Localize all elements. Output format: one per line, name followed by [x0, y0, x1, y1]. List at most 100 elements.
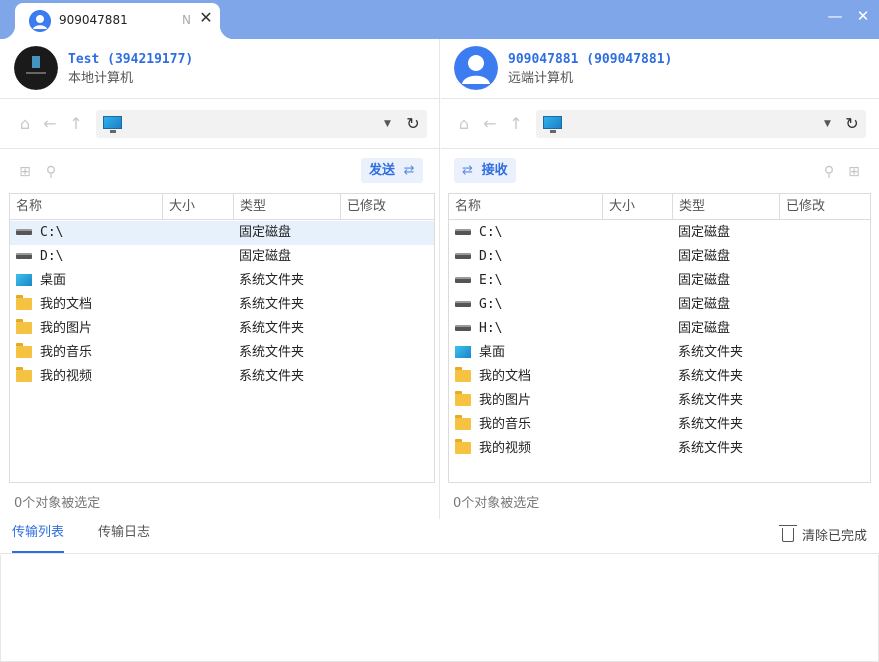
column-header-name[interactable]: 名称 — [449, 194, 603, 220]
drive-icon — [455, 276, 471, 283]
window-close-button[interactable]: ✕ — [853, 6, 873, 26]
table-row[interactable]: C:\ 固定磁盘 — [10, 221, 434, 245]
table-row[interactable]: D:\ 固定磁盘 — [449, 245, 870, 269]
column-header-name[interactable]: 名称 — [10, 194, 163, 220]
chevron-down-icon[interactable]: ▼ — [384, 119, 394, 129]
session-tab[interactable]: 909047881 N ✕ — [1, 3, 234, 39]
table-row[interactable]: 桌面 系统文件夹 — [10, 269, 434, 293]
local-pane: Test (394219177) 本地计算机 ⌂ ← ↑ ▼ ↻ ⊞ ⚲ 发送 … — [0, 39, 440, 519]
folder-icon — [16, 342, 32, 358]
remote-selection-status: 0个对象被选定 — [453, 496, 540, 511]
local-nav-bar: ⌂ ← ↑ ▼ ↻ — [0, 99, 439, 149]
clear-completed-label: 清除已完成 — [801, 529, 867, 544]
table-row[interactable]: 我的文档 系统文件夹 — [449, 365, 870, 389]
remote-toolbar: ⇄ 接收 ⚲ ⊞ — [441, 149, 879, 193]
table-row[interactable]: 我的图片 系统文件夹 — [10, 317, 434, 341]
desktop-icon — [16, 273, 32, 286]
tab-close-icon[interactable]: ✕ — [198, 10, 214, 26]
table-row[interactable]: 我的音乐 系统文件夹 — [10, 341, 434, 365]
tab-transfer-list[interactable]: 传输列表 — [12, 525, 65, 553]
folder-icon — [455, 366, 471, 382]
home-icon[interactable]: ⌂ — [16, 115, 34, 133]
refresh-icon[interactable]: ↻ — [404, 115, 422, 133]
search-icon[interactable]: ⚲ — [821, 164, 837, 180]
column-header-modified[interactable]: 已修改 — [341, 194, 436, 220]
transfer-arrows-icon: ⇄ — [462, 163, 478, 178]
table-header: 名称 大小 类型 已修改 — [10, 194, 434, 220]
refresh-icon[interactable]: ↻ — [843, 115, 861, 133]
local-toolbar: ⊞ ⚲ 发送 ⇄ — [0, 149, 439, 193]
drive-icon — [16, 252, 32, 259]
search-icon[interactable]: ⚲ — [43, 164, 59, 180]
title-bar: 909047881 N ✕ — ✕ — [0, 0, 879, 39]
folder-icon — [455, 390, 471, 406]
clear-completed-button[interactable]: 清除已完成 — [778, 525, 867, 544]
table-row[interactable]: 我的文档 系统文件夹 — [10, 293, 434, 317]
home-icon[interactable]: ⌂ — [455, 115, 473, 133]
local-peer-header: Test (394219177) 本地计算机 — [0, 39, 439, 99]
tab-transfer-log[interactable]: 传输日志 — [98, 525, 150, 553]
column-header-type[interactable]: 类型 — [673, 194, 780, 220]
remote-peer-name: 909047881 (909047881) — [508, 52, 673, 67]
table-row[interactable]: G:\ 固定磁盘 — [449, 293, 870, 317]
new-folder-icon[interactable]: ⊞ — [846, 164, 862, 180]
table-row[interactable]: E:\ 固定磁盘 — [449, 269, 870, 293]
table-row[interactable]: 桌面 系统文件夹 — [449, 341, 870, 365]
up-arrow-icon[interactable]: ↑ — [67, 115, 85, 133]
local-file-table: 名称 大小 类型 已修改 C:\ 固定磁盘 D:\ 固定磁盘 桌面 系统文件夹 … — [9, 193, 435, 483]
folder-icon — [16, 318, 32, 334]
local-peer-subtitle: 本地计算机 — [68, 71, 134, 86]
table-row[interactable]: C:\ 固定磁盘 — [449, 221, 870, 245]
tab-avatar-icon — [29, 10, 51, 32]
desktop-icon — [455, 345, 471, 358]
drive-icon — [455, 300, 471, 307]
column-header-type[interactable]: 类型 — [234, 194, 341, 220]
local-avatar — [14, 46, 58, 90]
local-peer-name: Test (394219177) — [68, 52, 194, 67]
receive-button[interactable]: ⇄ 接收 — [454, 158, 516, 183]
remote-path-input[interactable]: ▼ ↻ — [536, 110, 866, 138]
table-row[interactable]: H:\ 固定磁盘 — [449, 317, 870, 341]
column-header-size[interactable]: 大小 — [603, 194, 673, 220]
tab-extra-label: N — [182, 13, 191, 27]
remote-avatar — [454, 46, 498, 90]
drive-icon — [455, 228, 471, 235]
table-row[interactable]: 我的图片 系统文件夹 — [449, 389, 870, 413]
chevron-down-icon[interactable]: ▼ — [824, 119, 834, 129]
computer-icon — [543, 116, 562, 133]
folder-icon — [455, 438, 471, 454]
column-header-modified[interactable]: 已修改 — [780, 194, 872, 220]
drive-icon — [16, 228, 32, 235]
send-label: 发送 — [369, 163, 396, 178]
transfer-arrows-icon: ⇄ — [399, 163, 415, 178]
table-header: 名称 大小 类型 已修改 — [449, 194, 870, 220]
receive-label: 接收 — [481, 163, 508, 178]
remote-nav-bar: ⌂ ← ↑ ▼ ↻ — [441, 99, 879, 149]
new-folder-icon[interactable]: ⊞ — [17, 164, 33, 180]
column-header-size[interactable]: 大小 — [163, 194, 234, 220]
transfer-tabs: 传输列表 传输日志 清除已完成 — [0, 519, 879, 554]
table-row[interactable]: 我的视频 系统文件夹 — [10, 365, 434, 389]
remote-peer-subtitle: 远端计算机 — [508, 71, 574, 86]
remote-pane: 909047881 (909047881) 远端计算机 ⌂ ← ↑ ▼ ↻ ⇄ … — [441, 39, 879, 519]
trash-icon — [778, 525, 797, 542]
back-arrow-icon[interactable]: ← — [41, 115, 59, 133]
local-path-input[interactable]: ▼ ↻ — [96, 110, 427, 138]
local-selection-status: 0个对象被选定 — [14, 496, 101, 511]
back-arrow-icon[interactable]: ← — [481, 115, 499, 133]
remote-peer-header: 909047881 (909047881) 远端计算机 — [441, 39, 879, 99]
folder-icon — [455, 414, 471, 430]
tab-title: 909047881 — [59, 13, 128, 27]
table-row[interactable]: 我的音乐 系统文件夹 — [449, 413, 870, 437]
send-button[interactable]: 发送 ⇄ — [361, 158, 423, 183]
remote-file-table: 名称 大小 类型 已修改 C:\ 固定磁盘 D:\ 固定磁盘 E:\ 固定磁盘 … — [448, 193, 871, 483]
table-row[interactable]: 我的视频 系统文件夹 — [449, 437, 870, 461]
up-arrow-icon[interactable]: ↑ — [507, 115, 525, 133]
table-row[interactable]: D:\ 固定磁盘 — [10, 245, 434, 269]
drive-icon — [455, 252, 471, 259]
computer-icon — [103, 116, 122, 133]
folder-icon — [16, 366, 32, 382]
minimize-button[interactable]: — — [825, 6, 845, 26]
transfer-list-area — [0, 555, 879, 662]
drive-icon — [455, 324, 471, 331]
